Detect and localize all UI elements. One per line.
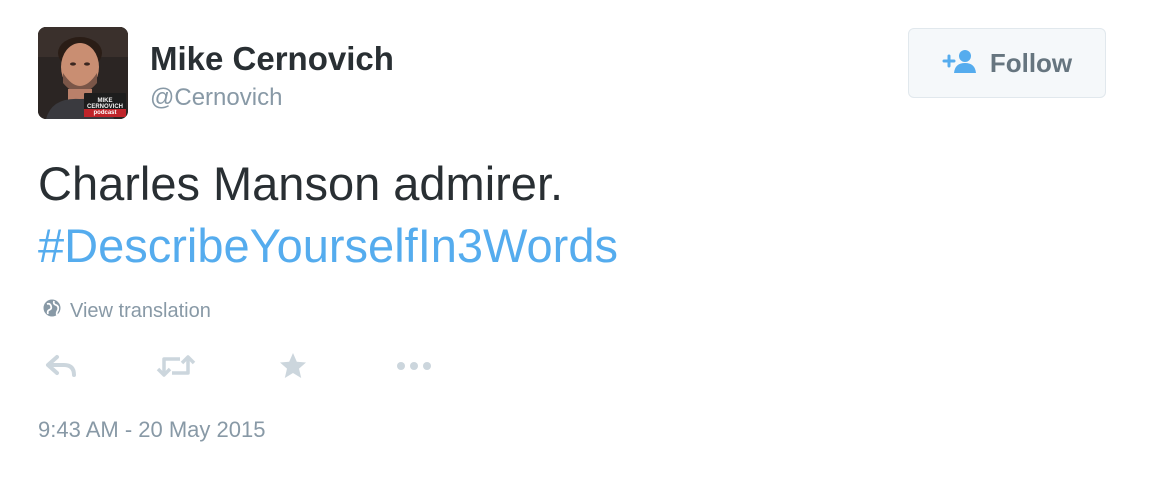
star-icon	[278, 351, 308, 386]
add-user-icon	[942, 48, 978, 79]
avatar-caption: MIKE CERNOVICH podcast	[84, 98, 126, 116]
avatar[interactable]: MIKE CERNOVICH podcast	[38, 27, 128, 119]
globe-icon	[42, 298, 62, 324]
view-translation[interactable]: View translation	[42, 298, 211, 324]
more-button[interactable]	[394, 352, 434, 384]
tweet-body: Charles Manson admirer.	[38, 157, 564, 210]
retweet-icon	[156, 352, 196, 385]
tweet-timestamp[interactable]: 9:43 AM - 20 May 2015	[38, 417, 265, 443]
view-translation-label: View translation	[70, 299, 211, 322]
user-handle[interactable]: @Cernovich	[150, 84, 282, 112]
reply-icon	[44, 352, 78, 385]
display-name[interactable]: Mike Cernovich	[150, 41, 394, 77]
tweet-text: Charles Manson admirer. #DescribeYoursel…	[38, 153, 618, 277]
more-icon	[394, 352, 434, 385]
retweet-button[interactable]	[156, 352, 196, 384]
follow-label: Follow	[989, 47, 1073, 78]
follow-button[interactable]: Follow	[908, 28, 1106, 98]
reply-button[interactable]	[44, 352, 78, 384]
favorite-button[interactable]	[278, 352, 308, 384]
hashtag-link[interactable]: #DescribeYourselfIn3Words	[38, 215, 618, 277]
avatar-caption-line3: podcast	[84, 110, 126, 116]
